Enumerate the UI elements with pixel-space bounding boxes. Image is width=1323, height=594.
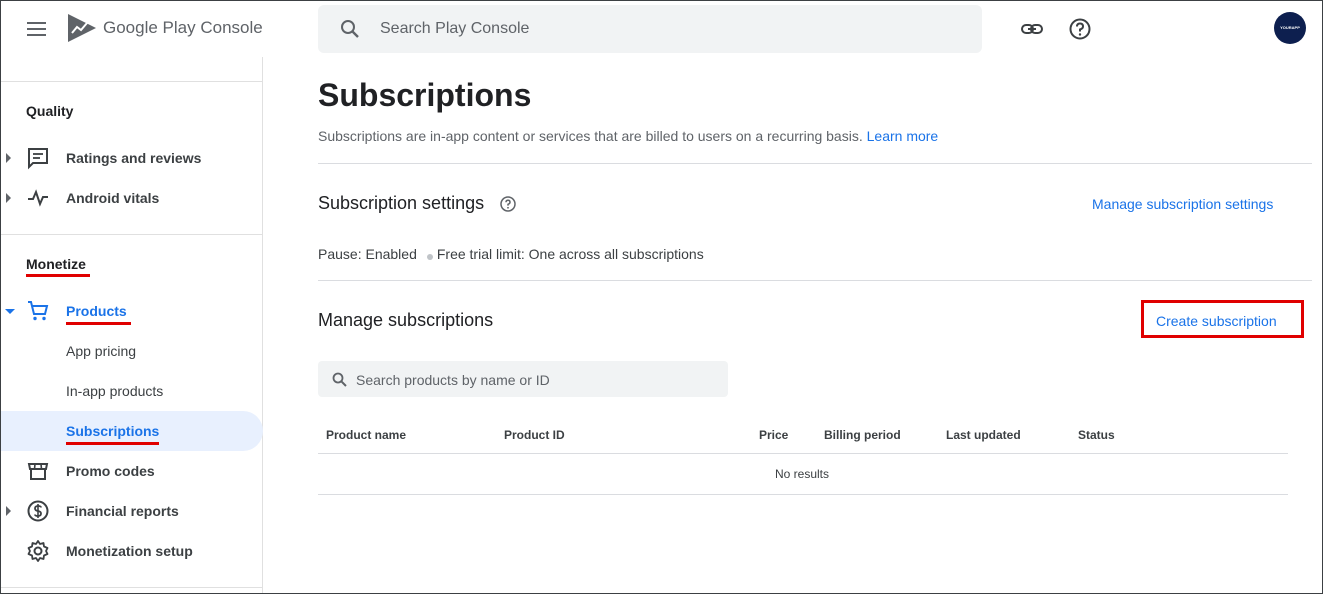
sidebar-item-label: Ratings and reviews — [66, 150, 202, 166]
sidebar-item-android-vitals[interactable]: Android vitals — [1, 178, 263, 218]
separator-dot — [426, 254, 433, 260]
sidebar-item-label: Promo codes — [66, 463, 155, 479]
page-description-text: Subscriptions are in-app content or serv… — [318, 128, 863, 144]
sidebar-item-label: Subscriptions — [66, 423, 160, 439]
play-console-logo — [68, 14, 96, 42]
sidebar-divider — [1, 81, 263, 82]
sidebar-item-label: App pricing — [66, 343, 137, 359]
pause-status: Pause: Enabled — [318, 246, 417, 262]
sidebar-divider — [1, 587, 263, 588]
reviews-icon — [28, 148, 48, 170]
sidebar-item-label: Financial reports — [66, 503, 179, 519]
avatar[interactable]: YOURAPP — [1274, 12, 1306, 44]
search-icon — [341, 20, 359, 38]
dollar-icon — [27, 500, 49, 522]
help-icon[interactable] — [499, 195, 517, 213]
highlight-underline — [66, 322, 131, 325]
sidebar-item-promo-codes[interactable]: Promo codes — [1, 451, 263, 491]
gear-icon — [27, 540, 49, 562]
highlight-underline — [26, 274, 90, 277]
product-search-input[interactable]: Search products by name or ID — [318, 361, 728, 397]
section-divider — [318, 280, 1312, 281]
table-header-divider — [318, 453, 1288, 454]
console-search-input[interactable]: Search Play Console — [318, 5, 982, 53]
table-bottom-divider — [318, 494, 1288, 495]
sidebar-item-app-pricing[interactable]: App pricing — [1, 331, 263, 371]
sidebar-item-ratings-and-reviews[interactable]: Ratings and reviews — [1, 138, 263, 178]
free-trial-limit: Free trial limit: One across all subscri… — [436, 246, 704, 262]
sidebar-item-in-app-products[interactable]: In-app products — [1, 371, 263, 411]
sidebar-item-label: Products — [66, 303, 127, 319]
collapse-arrow-icon[interactable] — [5, 309, 15, 314]
sidebar-item-label: Android vitals — [66, 190, 160, 206]
cart-icon — [28, 301, 49, 321]
help-icon[interactable] — [1067, 16, 1093, 42]
store-icon — [27, 463, 49, 480]
page-title: Subscriptions — [318, 77, 532, 113]
column-header-product-name[interactable]: Product name — [326, 428, 406, 442]
learn-more-link[interactable]: Learn more — [867, 128, 939, 144]
sidebar: Quality Ratings and reviews Android vita… — [1, 57, 263, 593]
expand-arrow-icon[interactable] — [6, 193, 11, 203]
sidebar-item-label: In-app products — [66, 383, 164, 399]
app-window: Google Play Console Search Play Console … — [0, 0, 1323, 594]
top-bar: Google Play Console Search Play Console … — [1, 1, 1322, 57]
page-description: Subscriptions are in-app content or serv… — [318, 128, 938, 144]
sidebar-item-monetization-setup[interactable]: Monetization setup — [1, 531, 263, 571]
column-header-product-id[interactable]: Product ID — [504, 428, 565, 442]
sidebar-item-products[interactable]: Products — [1, 291, 263, 331]
create-subscription-label: Create subscription — [1156, 313, 1277, 329]
sidebar-item-subscriptions[interactable]: Subscriptions — [1, 411, 263, 451]
sidebar-divider — [1, 234, 263, 235]
vitals-icon — [28, 189, 48, 207]
section-divider — [318, 163, 1312, 164]
main-content: Subscriptions Subscriptions are in-app c… — [318, 57, 1312, 593]
column-header-status[interactable]: Status — [1078, 428, 1115, 442]
link-icon[interactable] — [1019, 16, 1045, 42]
brand-name: Google Play Console — [103, 18, 263, 37]
search-placeholder: Search Play Console — [380, 20, 530, 37]
sidebar-section-quality: Quality — [26, 103, 74, 119]
menu-icon[interactable] — [23, 17, 51, 41]
product-search-placeholder: Search products by name or ID — [356, 372, 550, 388]
expand-arrow-icon[interactable] — [6, 506, 11, 516]
highlight-underline — [66, 442, 159, 445]
search-icon — [332, 372, 347, 387]
subscription-settings-title: Subscription settings — [318, 193, 485, 213]
manage-subscriptions-title: Manage subscriptions — [318, 310, 494, 330]
column-header-price[interactable]: Price — [759, 428, 788, 442]
sidebar-item-financial-reports[interactable]: Financial reports — [1, 491, 263, 531]
manage-subscription-settings-link[interactable]: Manage subscription settings — [1092, 196, 1273, 212]
expand-arrow-icon[interactable] — [6, 153, 11, 163]
empty-state-text: No results — [775, 467, 830, 481]
sidebar-item-label: Monetization setup — [66, 543, 193, 559]
subscription-settings-summary: Pause: Enabled Free trial limit: One acro… — [318, 246, 704, 262]
sidebar-section-monetize: Monetize — [26, 256, 86, 272]
column-header-last-updated[interactable]: Last updated — [946, 428, 1021, 442]
column-header-billing-period[interactable]: Billing period — [824, 428, 901, 442]
create-subscription-button[interactable]: Create subscription — [1141, 300, 1304, 338]
